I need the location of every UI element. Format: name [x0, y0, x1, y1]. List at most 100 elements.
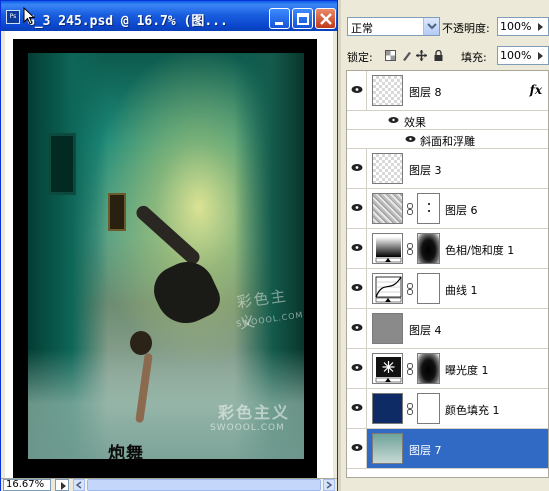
layer-mask-thumbnail[interactable]	[417, 393, 440, 424]
effect-item-row[interactable]: 斜面和浮雕	[347, 130, 548, 149]
triangle-right-icon[interactable]	[536, 20, 546, 34]
visibility-toggle[interactable]	[347, 349, 367, 388]
layer-row-selected[interactable]: 图层 7	[347, 429, 548, 469]
layer-name: 曲线 1	[445, 284, 478, 297]
layer-row[interactable]: 图层 6	[347, 189, 548, 229]
scroll-left-button[interactable]	[73, 479, 85, 491]
triangle-right-icon[interactable]	[536, 49, 546, 63]
scroll-right-button[interactable]	[323, 479, 335, 491]
maximize-button[interactable]	[292, 8, 313, 29]
layer-name: 颜色填充 1	[445, 404, 500, 417]
visibility-toggle[interactable]	[347, 71, 367, 110]
visibility-toggle[interactable]	[347, 269, 367, 308]
opacity-value: 100%	[500, 20, 532, 33]
blend-mode-select[interactable]: 正常	[347, 17, 440, 36]
layer-name: 图层 7	[409, 444, 442, 457]
layer-row[interactable]: 色相/饱和度 1	[347, 229, 548, 269]
link-chain-icon[interactable]	[407, 243, 413, 255]
curves-adjustment-icon	[372, 273, 403, 304]
maximize-icon	[297, 13, 309, 25]
fx-icon[interactable]: fx	[530, 83, 542, 97]
canvas-frame: 彩色主义 SWOOOL.COM 彩色主义 SWOOOL.COM 炮舞	[13, 39, 317, 479]
canvas-area[interactable]: 彩色主义 SWOOOL.COM 彩色主义 SWOOOL.COM 炮舞	[5, 31, 333, 479]
visibility-toggle[interactable]	[347, 389, 367, 428]
layer-mask-thumbnail[interactable]	[417, 353, 440, 384]
link-chain-icon[interactable]	[407, 203, 413, 215]
lock-position-icon[interactable]	[416, 50, 427, 61]
layer-mask-thumbnail[interactable]	[417, 193, 440, 224]
eye-icon	[351, 364, 363, 371]
layer-mask-thumbnail[interactable]	[417, 273, 440, 304]
visibility-toggle[interactable]	[347, 429, 367, 468]
layer-thumbnail	[372, 313, 403, 344]
arrow-right-icon	[326, 481, 333, 489]
link-chain-icon[interactable]	[407, 363, 413, 375]
alley-window-2	[108, 193, 126, 231]
zoom-field[interactable]: 16.67%	[3, 479, 51, 491]
eye-icon	[351, 284, 363, 291]
blend-mode-value: 正常	[351, 22, 373, 35]
layer-thumbnail	[372, 153, 403, 184]
layers-panel: 正常 不透明度: 100% 锁定: 填充: 100% 图层 8 fx 效果 斜面…	[338, 0, 549, 491]
chevron-down-icon	[427, 23, 437, 30]
layer-thumbnail	[372, 433, 403, 464]
scroll-thumb[interactable]	[87, 479, 321, 491]
eye-icon	[351, 444, 363, 451]
effects-label: 效果	[404, 116, 426, 129]
lock-transparent-pixels-icon[interactable]	[385, 50, 396, 61]
lock-fill-row: 锁定: 填充: 100%	[341, 45, 549, 67]
visibility-toggle[interactable]	[347, 189, 367, 228]
blend-mode-dropdown-button[interactable]	[423, 18, 439, 35]
eye-icon	[351, 86, 363, 93]
layer-row[interactable]: 图层 3	[347, 149, 548, 189]
blend-opacity-row: 正常 不透明度: 100%	[341, 17, 549, 39]
status-menu-button[interactable]	[55, 479, 69, 491]
layer-name: 图层 3	[409, 164, 442, 177]
dancer-body	[146, 253, 226, 333]
mask-dots-icon	[428, 203, 430, 212]
horizontal-scrollbar[interactable]	[73, 479, 335, 491]
layer-row[interactable]: 图层 4	[347, 309, 548, 349]
triangle-right-icon	[61, 482, 66, 490]
link-chain-icon[interactable]	[407, 283, 413, 295]
document-window: Ps G_3 245.psd @ 16.7% (图... 彩色主义 SWOOOL…	[0, 0, 338, 491]
fill-label: 填充:	[461, 51, 487, 64]
visibility-toggle[interactable]	[347, 149, 367, 188]
layer-name: 曝光度 1	[445, 364, 489, 377]
color-fill-thumbnail	[372, 393, 403, 424]
minimize-button[interactable]	[269, 8, 290, 29]
eye-icon[interactable]	[388, 116, 399, 124]
eye-icon	[351, 244, 363, 251]
layer-thumbnail	[372, 75, 403, 106]
mouse-pointer-icon	[23, 7, 35, 25]
exposure-adjustment-icon	[372, 353, 403, 384]
eye-icon	[351, 404, 363, 411]
layer-name: 色相/饱和度 1	[445, 244, 515, 257]
photoshop-app-icon[interactable]: Ps	[6, 10, 20, 24]
screen: Ps G_3 245.psd @ 16.7% (图... 彩色主义 SWOOOL…	[0, 0, 549, 491]
layers-list: 图层 8 fx 效果 斜面和浮雕 图层 3 图层 6 色相/饱和度 1 曲线 1…	[346, 70, 549, 478]
alley-window	[48, 133, 76, 195]
layer-row[interactable]: 曝光度 1	[347, 349, 548, 389]
title-bar[interactable]: Ps G_3 245.psd @ 16.7% (图...	[1, 1, 337, 31]
layer-row[interactable]: 颜色填充 1	[347, 389, 548, 429]
bevel-emboss-effect-label: 斜面和浮雕	[420, 135, 475, 148]
layer-mask-thumbnail[interactable]	[417, 233, 440, 264]
eye-icon[interactable]	[405, 135, 416, 143]
effects-row[interactable]: 效果	[347, 111, 548, 130]
visibility-toggle[interactable]	[347, 229, 367, 268]
layer-row[interactable]: 图层 8 fx	[347, 71, 548, 111]
dancer-legs	[133, 203, 203, 267]
lock-image-pixels-icon[interactable]	[401, 50, 412, 61]
hue-saturation-adjustment-icon	[372, 233, 403, 264]
link-chain-icon[interactable]	[407, 403, 413, 415]
window-title: G_3 245.psd @ 16.7% (图...	[27, 14, 228, 29]
layer-row[interactable]: 曲线 1	[347, 269, 548, 309]
close-button[interactable]	[315, 8, 336, 29]
visibility-toggle[interactable]	[347, 309, 367, 348]
fill-field[interactable]: 100%	[497, 46, 549, 65]
opacity-field[interactable]: 100%	[497, 17, 549, 36]
lock-all-icon[interactable]	[433, 50, 444, 61]
arrow-left-icon	[75, 481, 82, 489]
artwork-image[interactable]: 彩色主义 SWOOOL.COM 彩色主义 SWOOOL.COM 炮舞	[28, 53, 304, 459]
